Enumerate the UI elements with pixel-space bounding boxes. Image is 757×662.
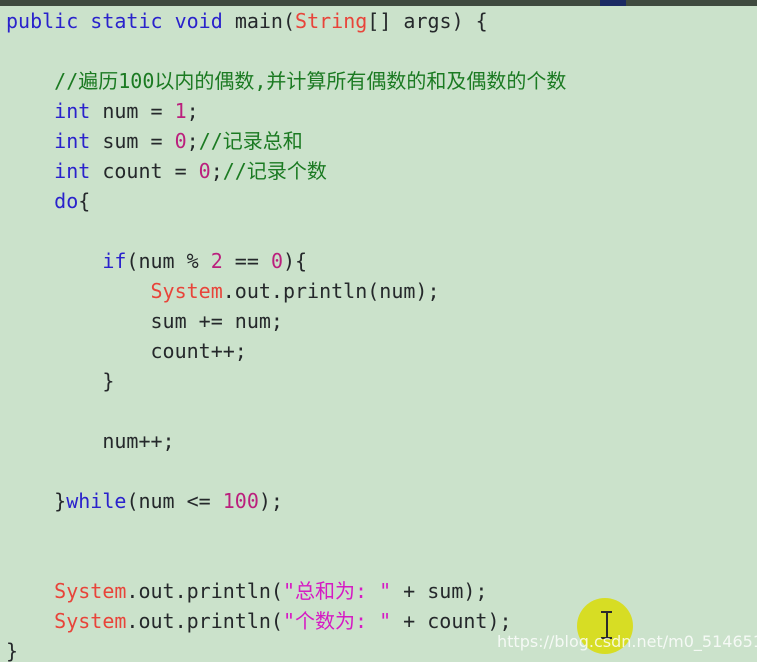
code-token-plain: ; [186, 99, 199, 123]
code-line[interactable]: count++; [0, 336, 757, 366]
code-token-kw: public [6, 9, 79, 33]
code-token-num: 2 [210, 249, 223, 273]
code-line[interactable]: int num = 1; [0, 96, 757, 126]
code-token-plain: } [102, 369, 115, 393]
code-line[interactable]: sum += num; [0, 306, 757, 336]
code-token-num: 0 [198, 159, 211, 183]
code-token-plain: .out.println( [126, 609, 283, 633]
code-token-plain: count++; [150, 339, 247, 363]
code-token-num: 100 [222, 489, 259, 513]
code-line[interactable]: public static void main(String[] args) { [0, 6, 757, 36]
code-token-kw: int [54, 159, 91, 183]
code-token-plain: (num % [126, 249, 211, 273]
code-token-plain: .out.println( [126, 579, 283, 603]
code-token-kw: int [54, 129, 91, 153]
code-line[interactable]: int count = 0;//记录个数 [0, 156, 757, 186]
code-line[interactable]: System.out.println(num); [0, 276, 757, 306]
code-token-cls: System [150, 279, 223, 303]
code-editor-surface[interactable]: public static void main(String[] args) {… [0, 6, 757, 662]
code-token-plain: .out.println(num); [222, 279, 440, 303]
code-token-cls: System [54, 609, 127, 633]
java-source-code[interactable]: public static void main(String[] args) {… [0, 6, 757, 662]
code-token-plain: } [6, 639, 19, 662]
code-line[interactable]: System.out.println("总和为: " + sum); [0, 576, 757, 606]
code-token-kw: if [102, 249, 127, 273]
code-token-num: 0 [270, 249, 283, 273]
code-line[interactable]: //遍历100以内的偶数,并计算所有偶数的和及偶数的个数 [0, 66, 757, 96]
code-token-kw: void [174, 9, 223, 33]
code-token-plain: sum = [90, 129, 175, 153]
code-token-plain: == [222, 249, 271, 273]
code-token-plain: ; [186, 129, 199, 153]
code-token-kw: while [66, 489, 127, 513]
window-chrome-strip [0, 0, 757, 6]
code-token-plain: num++; [102, 429, 175, 453]
code-token-plain: { [78, 189, 91, 213]
code-token-num: 0 [174, 129, 187, 153]
code-token-plain: num = [90, 99, 175, 123]
code-token-cmt: //记录总和 [198, 129, 303, 153]
code-line[interactable]: num++; [0, 426, 757, 456]
code-token-kw: static [90, 9, 163, 33]
code-line[interactable]: System.out.println("个数为: " + count); [0, 606, 757, 636]
code-token-cls: System [54, 579, 127, 603]
code-token-plain: + count); [391, 609, 512, 633]
code-line[interactable]: } [0, 636, 757, 662]
code-token-kw: int [54, 99, 91, 123]
code-line[interactable] [0, 516, 757, 546]
code-token-kw: do [54, 189, 79, 213]
code-token-cmt: //记录个数 [222, 159, 327, 183]
code-token-plain: ); [258, 489, 283, 513]
code-token-punct: ( [282, 9, 296, 33]
code-token-cmt: //遍历100以内的偶数,并计算所有偶数的和及偶数的个数 [54, 69, 567, 93]
code-line[interactable] [0, 216, 757, 246]
code-token-plain: ){ [282, 249, 308, 273]
code-line[interactable]: } [0, 366, 757, 396]
code-line[interactable]: }while(num <= 100); [0, 486, 757, 516]
code-token-num: 1 [174, 99, 187, 123]
code-token-str: "总和为: " [282, 579, 392, 603]
code-token-cls: String [295, 9, 368, 33]
code-token-plain: sum += num; [150, 309, 283, 333]
code-token-plain: } [54, 489, 67, 513]
code-line[interactable] [0, 456, 757, 486]
code-line[interactable]: if(num % 2 == 0){ [0, 246, 757, 276]
code-token-plain: count = [90, 159, 199, 183]
code-line[interactable]: int sum = 0;//记录总和 [0, 126, 757, 156]
code-token-plain: + sum); [391, 579, 488, 603]
code-line[interactable]: do{ [0, 186, 757, 216]
code-token-plain: main [234, 9, 283, 33]
code-token-str: "个数为: " [282, 609, 392, 633]
code-line[interactable] [0, 546, 757, 576]
code-line[interactable] [0, 36, 757, 66]
code-editor-screenshot: public static void main(String[] args) {… [0, 0, 757, 662]
code-line[interactable] [0, 396, 757, 426]
editor-tab-marker[interactable] [600, 0, 626, 6]
code-token-plain: [] args) { [367, 9, 488, 33]
code-token-plain: (num <= [126, 489, 223, 513]
code-token-plain: ; [210, 159, 223, 183]
